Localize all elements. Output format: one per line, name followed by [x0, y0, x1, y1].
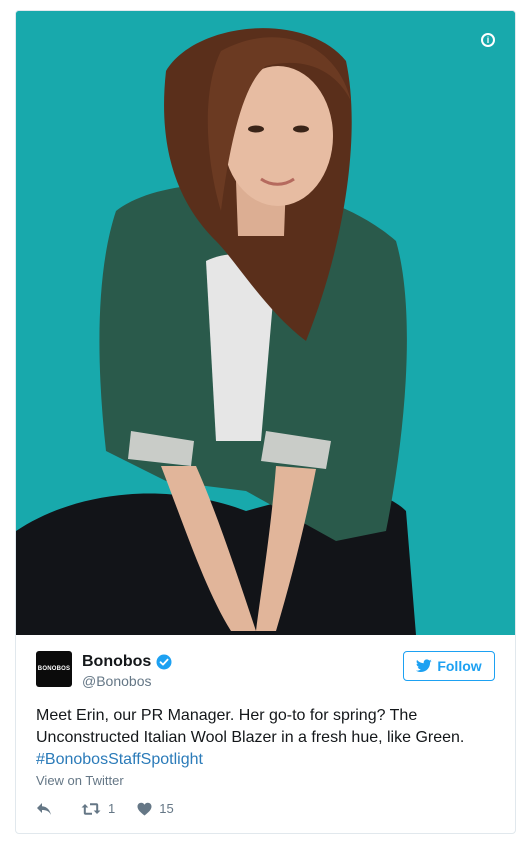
account-name[interactable]: Bonobos	[82, 653, 151, 671]
view-on-twitter-link[interactable]: View on Twitter	[36, 773, 124, 788]
verified-icon	[156, 654, 172, 670]
like-count: 15	[159, 801, 174, 816]
info-icon-glyph: i	[486, 34, 490, 45]
bird-icon	[416, 659, 433, 672]
tweet-card: i BONOBOS Bonobos @Bonobos Follow Meet E…	[15, 10, 516, 834]
tweet-text-body: Meet Erin, our PR Manager. Her go-to for…	[36, 707, 465, 746]
follow-button[interactable]: Follow	[403, 651, 495, 681]
reply-icon	[37, 802, 51, 815]
photo-illustration	[16, 11, 515, 635]
reply-button[interactable]	[36, 802, 59, 816]
hashtag-link[interactable]: #BonobosStaffSpotlight	[36, 751, 203, 768]
info-icon[interactable]: i	[481, 33, 495, 47]
name-row: Bonobos	[82, 653, 172, 671]
tweet-photo[interactable]: i	[16, 11, 515, 635]
avatar[interactable]: BONOBOS	[36, 651, 72, 687]
retweet-button[interactable]: 1	[81, 801, 115, 816]
tweet-text: Meet Erin, our PR Manager. Her go-to for…	[36, 705, 496, 771]
like-button[interactable]: 15	[137, 801, 174, 816]
avatar-text: BONOBOS	[37, 666, 71, 672]
tweet-actions: 1 15	[36, 801, 196, 816]
account-handle[interactable]: @Bonobos	[82, 673, 151, 689]
retweet-icon	[81, 802, 101, 815]
heart-icon	[137, 802, 152, 815]
retweet-count: 1	[108, 801, 116, 816]
follow-label: Follow	[437, 658, 482, 674]
